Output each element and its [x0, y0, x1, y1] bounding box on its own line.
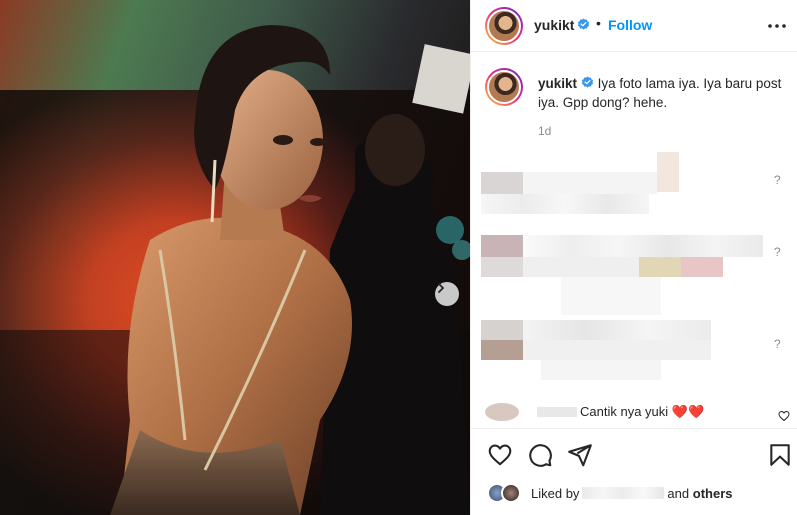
caption-timestamp[interactable]: 1d — [538, 124, 551, 138]
comment-icon[interactable] — [527, 442, 553, 468]
caption-text: yukikt Iya foto lama iya. Iya baru post … — [538, 74, 788, 112]
photo-image — [0, 0, 470, 515]
comment-item: Cantik nya yuki ❤️❤️ — [485, 403, 790, 421]
carousel-next-button[interactable] — [435, 282, 459, 306]
comment-blurred-1 — [481, 152, 771, 216]
likes-others-link[interactable]: others — [693, 486, 733, 501]
comment-blurred-2 — [481, 235, 771, 315]
more-horizontal-icon[interactable] — [766, 16, 788, 36]
verified-badge-icon — [577, 18, 590, 30]
liker-name-blurred[interactable] — [582, 487, 665, 499]
author-username[interactable]: yukikt — [534, 17, 574, 33]
post-side-panel: yukikt • Follow yukikt Iya foto lama iya… — [470, 0, 797, 515]
likes-summary: Liked by and others — [487, 481, 792, 507]
header-separator: • — [596, 15, 601, 31]
author-avatar[interactable] — [485, 7, 523, 45]
paper-plane-icon[interactable] — [567, 442, 593, 468]
comment-like-icon[interactable] — [778, 410, 790, 421]
post-actions-bar — [471, 428, 797, 480]
verified-badge-icon — [581, 76, 593, 88]
comment-username-blurred — [537, 407, 577, 417]
comment-reply-marker: ? — [774, 337, 781, 351]
comment-blurred-3 — [481, 320, 771, 382]
comment-reply-marker: ? — [774, 245, 781, 259]
heart-outline-icon[interactable] — [487, 442, 513, 468]
caption-username[interactable]: yukikt — [538, 76, 577, 91]
heart-emoji: ❤️❤️ — [671, 404, 705, 419]
post-header: yukikt • Follow — [471, 0, 797, 52]
likes-text: Liked by and others — [531, 486, 733, 501]
bookmark-icon[interactable] — [767, 442, 793, 468]
follow-button[interactable]: Follow — [608, 17, 652, 33]
comment-reply-marker: ? — [774, 173, 781, 187]
liker-avatar[interactable] — [501, 483, 521, 503]
comment-text: Cantik nya yuki ❤️❤️ — [580, 404, 705, 419]
comment-avatar[interactable] — [485, 403, 519, 421]
caption-avatar[interactable] — [485, 68, 523, 106]
post-photo[interactable] — [0, 0, 470, 515]
chevron-right-icon — [438, 283, 445, 293]
